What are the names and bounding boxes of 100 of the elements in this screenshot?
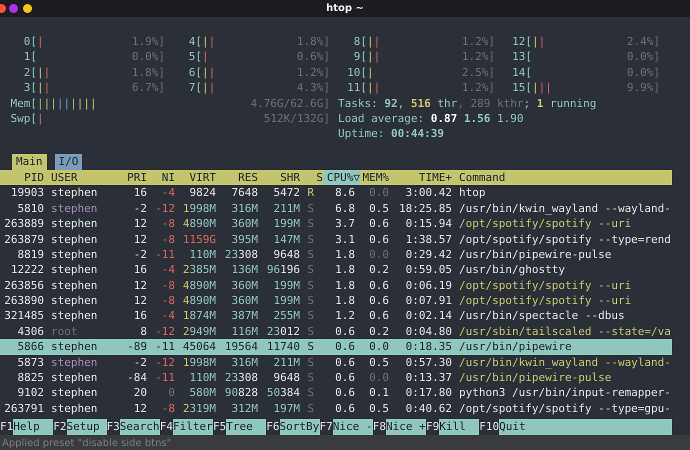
table-cell-text: stephen bbox=[50, 232, 98, 247]
table-cell-text: /usr/bin/kwin_wayland --wayland- bbox=[458, 354, 672, 370]
column-header[interactable]: NI bbox=[147, 170, 175, 186]
function-key-button[interactable]: SortBy bbox=[280, 419, 320, 436]
table-cell-text: 147M bbox=[272, 232, 300, 247]
table-cell-text: stephen bbox=[50, 185, 98, 201]
table-cell-text: 19564 bbox=[224, 339, 258, 355]
table-cell-text: stephen bbox=[50, 246, 98, 262]
process-row[interactable]: 263890 stephen 12 -8 4890M 360M 199M S 1.8 0.6 0:07.91 /opt/spotify/spotify --uri bbox=[0, 293, 672, 308]
table-cell-text: 0:13.37 bbox=[404, 370, 452, 386]
function-key-button[interactable]: Kill bbox=[439, 419, 480, 436]
table-cell-text: 0.6 bbox=[368, 278, 389, 294]
column-header[interactable]: S bbox=[300, 170, 323, 186]
meter-label: 2[ bbox=[22, 64, 37, 80]
process-row[interactable]: 8825 stephen -84 -11 110M 23308 9648 S 0.6 0.0 0:13.37 /usr/bin/pipewire-pulse bbox=[0, 370, 672, 386]
table-cell-text: 16 bbox=[132, 262, 147, 278]
function-key-button[interactable]: Quit bbox=[499, 419, 672, 436]
table-cell-text: S bbox=[306, 324, 314, 340]
function-key-button[interactable]: Help bbox=[13, 419, 54, 436]
table-cell-text: 1:38.57 bbox=[404, 232, 452, 247]
table-cell-text: 1.8 bbox=[334, 246, 355, 262]
table-cell-text: 316M bbox=[230, 354, 258, 370]
table-cell-text: -2 bbox=[132, 354, 147, 370]
key-label: F5 bbox=[213, 419, 226, 436]
process-row[interactable]: 321485 stephen 16 -4 1874M 387M 255M S 1.2 0.6 0:02.14 /usr/bin/spectacle --dbus bbox=[0, 308, 672, 324]
table-cell-text: stephen bbox=[50, 339, 98, 355]
table-cell-text: /usr/bin/kwin_wayland --wayland- bbox=[458, 200, 672, 216]
function-key-button[interactable]: Nice - bbox=[332, 419, 373, 436]
column-header[interactable]: Command bbox=[452, 170, 672, 186]
process-row[interactable]: 8819 stephen -2 -11 110M 23308 9648 S 1.8 0.0 0:29.42 /usr/bin/pipewire-pulse bbox=[0, 246, 672, 262]
meter-label: 10[ bbox=[346, 64, 367, 80]
column-header[interactable]: SHR bbox=[258, 170, 300, 186]
table-cell-text: 395M bbox=[230, 232, 258, 247]
process-row[interactable]: 5810 stephen -2 -12 1998M 316M 211M S 6.8 0.5 18:25.85 /usr/bin/kwin_wayland --wayland- bbox=[0, 200, 672, 216]
table-cell-text: 3.1 bbox=[334, 232, 355, 247]
table-cell-text: 96196 bbox=[266, 262, 300, 278]
column-header[interactable]: MEM% bbox=[360, 170, 389, 186]
column-header[interactable]: PRI bbox=[120, 170, 147, 186]
table-cell-text: stephen bbox=[50, 262, 98, 278]
function-key-button[interactable]: Tree bbox=[226, 419, 266, 436]
table-cell-text: -12 bbox=[154, 354, 175, 370]
table-cell-text: /opt/spotify/spotify --uri bbox=[458, 293, 632, 308]
table-cell-text: 136M bbox=[230, 262, 258, 278]
tab[interactable]: Main bbox=[12, 154, 46, 170]
column-header[interactable]: TIME+ bbox=[389, 170, 452, 186]
process-row[interactable]: 263791 stephen 12 -8 2319M 312M 197M S 0.6 0.5 0:40.62 /opt/spotify/spotify --type=gpu- bbox=[0, 400, 672, 416]
tab[interactable]: I/O bbox=[54, 154, 82, 170]
process-row[interactable]: 5873 stephen -2 -12 1998M 316M 211M S 0.6 0.5 0:57.30 /usr/bin/kwin_wayland --wayland- bbox=[0, 354, 672, 370]
table-cell-text: S bbox=[306, 354, 314, 370]
process-row[interactable]: 12222 stephen 16 -4 2385M 136M 96196 S 1.8 0.2 0:59.05 /usr/bin/ghostty bbox=[0, 262, 672, 278]
table-cell-text: 19903 bbox=[10, 185, 44, 201]
process-row[interactable]: 263879 stephen 12 -8 1159G 395M 147M S 3.1 0.6 1:38.57 /opt/spotify/spotify --type=rend bbox=[0, 232, 672, 247]
function-key-button[interactable]: Search bbox=[120, 419, 160, 436]
table-cell-text: 387M bbox=[230, 308, 258, 324]
table-cell-text: 23012 bbox=[266, 324, 300, 340]
table-cell-text: 1998M bbox=[182, 200, 216, 216]
key-label: F4 bbox=[160, 419, 173, 436]
table-cell-text: 16 bbox=[132, 185, 147, 201]
table-cell-text: /usr/bin/pipewire bbox=[458, 339, 573, 355]
summary-line: Load average: 0.87 1.56 1.90 bbox=[338, 110, 524, 126]
meter-reading: 1.2%] bbox=[462, 34, 495, 50]
usage-ticks: ||||||||| bbox=[37, 96, 97, 110]
table-cell-text: 110M bbox=[188, 246, 216, 262]
function-key-button[interactable]: Nice + bbox=[386, 419, 426, 436]
minimize-button[interactable] bbox=[23, 4, 32, 13]
window-title: htop ~ bbox=[326, 2, 364, 16]
table-cell-text: 9648 bbox=[272, 246, 300, 262]
meter-label: 4[ bbox=[188, 34, 202, 50]
status-message: Applied preset "disable side btns" bbox=[0, 435, 690, 450]
table-cell-text: -4 bbox=[160, 185, 175, 201]
column-header[interactable]: VIRT bbox=[175, 170, 216, 186]
column-header[interactable]: RES bbox=[216, 170, 258, 186]
process-row[interactable]: 9102 stephen 20 0 580M 90828 50384 S 0.6 0.1 0:17.80 python3 /usr/bin/input-remapper- bbox=[0, 385, 672, 401]
table-cell-text: S bbox=[306, 308, 314, 324]
table-cell-text: /opt/spotify/spotify --type=rend bbox=[458, 232, 672, 247]
process-row[interactable]: 263889 stephen 12 -8 4890M 360M 199M S 3.7 0.6 0:15.94 /opt/spotify/spotify --uri bbox=[0, 216, 672, 232]
column-header[interactable]: CPU%▽ bbox=[323, 170, 360, 186]
process-row[interactable]: 19903 stephen 16 -4 9824 7648 5472 R 8.6 0.0 3:00.42 htop bbox=[0, 185, 672, 201]
table-cell-text: 1998M bbox=[182, 354, 216, 370]
summary-line: Tasks: 92, 516 thr, 289 kthr; 1 running bbox=[338, 96, 596, 111]
table-cell-text: 5873 bbox=[16, 354, 44, 370]
process-row[interactable]: 263856 stephen 12 -8 4890M 360M 199M S 1.8 0.6 0:06.19 /opt/spotify/spotify --uri bbox=[0, 278, 672, 294]
table-cell-text: 0.2 bbox=[368, 262, 389, 278]
table-cell-text: 0:59.05 bbox=[404, 262, 452, 278]
meter-reading: 4.76G/62.6G] bbox=[250, 96, 330, 111]
function-key-button[interactable]: Filter bbox=[173, 419, 213, 436]
meter-reading: 0.6%] bbox=[296, 49, 330, 65]
column-header[interactable]: USER bbox=[44, 170, 120, 186]
table-cell-text: 0.6 bbox=[334, 324, 355, 340]
column-header[interactable]: PID bbox=[0, 170, 44, 186]
table-cell-text: /opt/spotify/spotify --uri bbox=[458, 278, 632, 294]
table-cell-text: 0:06.19 bbox=[404, 278, 452, 294]
function-key-button[interactable]: Setup bbox=[66, 419, 106, 436]
maximize-button[interactable] bbox=[9, 4, 18, 13]
table-cell-text: 0.5 bbox=[368, 400, 389, 416]
process-row[interactable]: 5866 stephen -89 -11 45064 19564 11740 S 0.6 0.0 0:18.35 /usr/bin/pipewire bbox=[0, 339, 672, 355]
table-cell-text: 9648 bbox=[272, 370, 300, 386]
table-cell-text: 0.0 bbox=[368, 370, 389, 386]
process-row[interactable]: 4306 root 8 -12 2949M 116M 23012 S 0.6 0.2 0:04.80 /usr/sbin/tailscaled --state=/va bbox=[0, 324, 672, 340]
table-cell-text: -84 bbox=[126, 370, 147, 386]
